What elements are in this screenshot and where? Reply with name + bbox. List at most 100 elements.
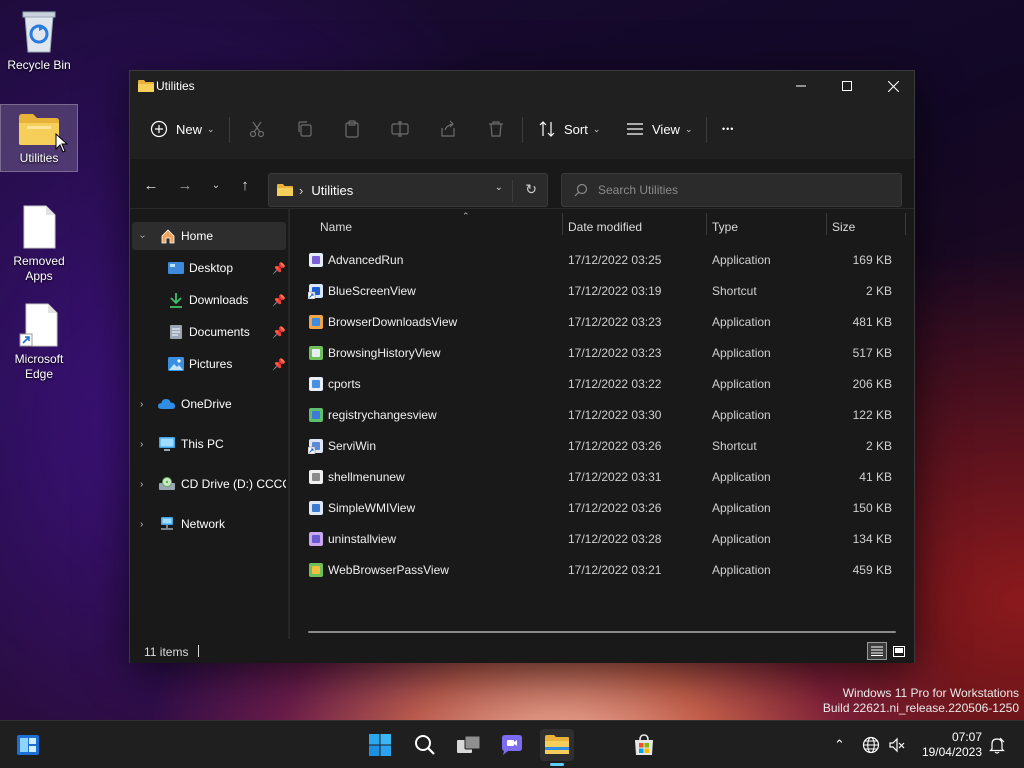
- close-button[interactable]: [870, 71, 916, 101]
- nav-item-documents[interactable]: Documents 📌: [132, 318, 286, 346]
- search-box[interactable]: [561, 173, 902, 207]
- file-row[interactable]: ServiWin 17/12/2022 03:26 Shortcut 2 KB: [306, 430, 902, 461]
- notifications-button[interactable]: [988, 721, 1006, 768]
- desktop-icon-microsoft-edge[interactable]: Microsoft Edge: [0, 302, 78, 382]
- file-row[interactable]: cports 17/12/2022 03:22 Application 206 KB: [306, 368, 902, 399]
- title-bar[interactable]: Utilities: [130, 71, 914, 101]
- store-button[interactable]: [627, 729, 661, 761]
- file-name: BrowserDownloadsView: [328, 315, 458, 329]
- more-options-button[interactable]: •••: [722, 113, 734, 145]
- address-bar[interactable]: › Utilities ⌄ ↻: [268, 173, 548, 207]
- uninstall-icon: [309, 532, 323, 546]
- nav-item-network[interactable]: › Network: [132, 510, 286, 538]
- chevron-down-icon: ⌄: [592, 123, 601, 134]
- horizontal-scrollbar[interactable]: [308, 631, 896, 633]
- share-icon: [441, 120, 455, 137]
- up-button[interactable]: ↑: [233, 173, 257, 197]
- tiles-view-button[interactable]: [889, 642, 909, 660]
- expand-chevron-icon[interactable]: ›: [137, 234, 148, 237]
- address-dropdown-icon[interactable]: ⌄: [495, 182, 503, 193]
- recent-locations-button[interactable]: ⌄: [204, 173, 228, 197]
- share-button[interactable]: [439, 113, 457, 145]
- nav-item-desktop[interactable]: Desktop 📌: [132, 254, 286, 282]
- nav-item-this-pc[interactable]: › This PC: [132, 430, 286, 458]
- column-header-label: Type: [712, 220, 739, 234]
- column-divider[interactable]: [706, 213, 707, 235]
- widgets-button[interactable]: [11, 729, 45, 761]
- column-divider[interactable]: [562, 213, 563, 235]
- desktop-icon-label: Microsoft Edge: [14, 352, 64, 381]
- start-button[interactable]: [363, 729, 397, 761]
- toolbar-divider: [706, 117, 707, 143]
- refresh-icon[interactable]: ↻: [525, 181, 537, 198]
- file-date-modified: 17/12/2022 03:28: [568, 532, 662, 546]
- chat-button[interactable]: [495, 729, 529, 761]
- file-row[interactable]: SimpleWMIView 17/12/2022 03:26 Application…: [306, 492, 902, 523]
- file-explorer-taskbar-button[interactable]: [540, 729, 574, 761]
- network-icon: [161, 517, 173, 530]
- nav-item-pictures[interactable]: Pictures 📌: [132, 350, 286, 378]
- back-button[interactable]: ←: [139, 173, 163, 197]
- pin-icon[interactable]: 📌: [272, 294, 286, 307]
- minimize-button[interactable]: [778, 71, 824, 101]
- nav-item-downloads[interactable]: Downloads 📌: [132, 286, 286, 314]
- file-row[interactable]: registrychangesview 17/12/2022 03:30 Appli…: [306, 399, 902, 430]
- file-row[interactable]: BrowsingHistoryView 17/12/2022 03:23 Appli…: [306, 337, 902, 368]
- column-header-name[interactable]: Name ⌃: [320, 211, 560, 241]
- desktop-icon-recycle-bin[interactable]: Recycle Bin: [0, 8, 78, 73]
- rename-button[interactable]: [391, 113, 409, 145]
- details-view-button[interactable]: [867, 642, 887, 660]
- file-explorer-window: Utilities New ⌄ Sort ⌄ View ⌄ ••• ← → ⌄ …: [129, 70, 915, 663]
- pin-icon[interactable]: 📌: [272, 358, 286, 371]
- paste-button[interactable]: [343, 113, 361, 145]
- new-button-label: New: [176, 121, 203, 137]
- expand-chevron-icon[interactable]: ›: [140, 479, 143, 490]
- volume-button[interactable]: [888, 721, 906, 768]
- minimize-icon: [796, 85, 806, 87]
- desktop-icon-label: Removed Apps: [13, 254, 65, 283]
- recycle-bin-icon: [22, 11, 56, 53]
- task-view-button[interactable]: [452, 729, 486, 761]
- show-hidden-icons-button[interactable]: ⌃: [834, 721, 854, 768]
- file-row[interactable]: BlueScreenView 17/12/2022 03:19 Shortcut 2 …: [306, 275, 902, 306]
- copy-button[interactable]: [296, 113, 314, 145]
- nav-item-label: This PC: [181, 437, 224, 451]
- maximize-button[interactable]: [824, 71, 870, 101]
- file-row[interactable]: WebBrowserPassView 17/12/2022 03:21 Applic…: [306, 554, 902, 585]
- file-row[interactable]: BrowserDownloadsView 17/12/2022 03:23 Appl…: [306, 306, 902, 337]
- cloud-icon: [158, 399, 175, 409]
- nav-item-home[interactable]: › Home: [132, 222, 286, 250]
- nav-item-onedrive[interactable]: › OneDrive: [132, 390, 286, 418]
- file-row[interactable]: AdvancedRun 17/12/2022 03:25 Application 16…: [306, 244, 902, 275]
- file-name: AdvancedRun: [328, 253, 404, 267]
- delete-button[interactable]: [487, 113, 505, 145]
- column-header-label: Size: [832, 220, 856, 234]
- clock-button[interactable]: 07:07 19/04/2023: [912, 730, 982, 760]
- expand-chevron-icon[interactable]: ›: [140, 399, 143, 410]
- file-row[interactable]: shellmenunew 17/12/2022 03:31 Application 4…: [306, 461, 902, 492]
- pin-icon[interactable]: 📌: [272, 262, 286, 275]
- search-input[interactable]: [598, 183, 878, 197]
- forward-button[interactable]: →: [173, 173, 197, 197]
- nav-item-cd-drive[interactable]: › CD Drive (D:) CCCOMA_X64FRE_EN-US_DV9: [132, 470, 286, 498]
- view-button[interactable]: View ⌄: [626, 113, 693, 145]
- breadcrumb-item[interactable]: Utilities: [311, 183, 353, 198]
- file-date-modified: 17/12/2022 03:19: [568, 284, 662, 298]
- column-header-type[interactable]: Type: [712, 213, 826, 241]
- search-button[interactable]: [408, 729, 442, 761]
- chevron-down-icon: ⌄: [684, 123, 693, 134]
- sort-button[interactable]: Sort ⌄: [538, 113, 600, 145]
- column-divider[interactable]: [905, 213, 906, 235]
- expand-chevron-icon[interactable]: ›: [140, 439, 143, 450]
- cut-button[interactable]: [248, 113, 266, 145]
- column-header-size[interactable]: Size: [832, 213, 902, 241]
- new-button[interactable]: New ⌄: [150, 113, 215, 145]
- desktop-icon-removed-apps[interactable]: Removed Apps: [0, 204, 78, 284]
- file-date-modified: 17/12/2022 03:23: [568, 346, 662, 360]
- network-status-button[interactable]: [862, 721, 880, 768]
- column-divider[interactable]: [826, 213, 827, 235]
- file-row[interactable]: uninstallview 17/12/2022 03:28 Application…: [306, 523, 902, 554]
- column-header-date[interactable]: Date modified: [568, 213, 706, 241]
- pin-icon[interactable]: 📌: [272, 326, 286, 339]
- expand-chevron-icon[interactable]: ›: [140, 519, 143, 530]
